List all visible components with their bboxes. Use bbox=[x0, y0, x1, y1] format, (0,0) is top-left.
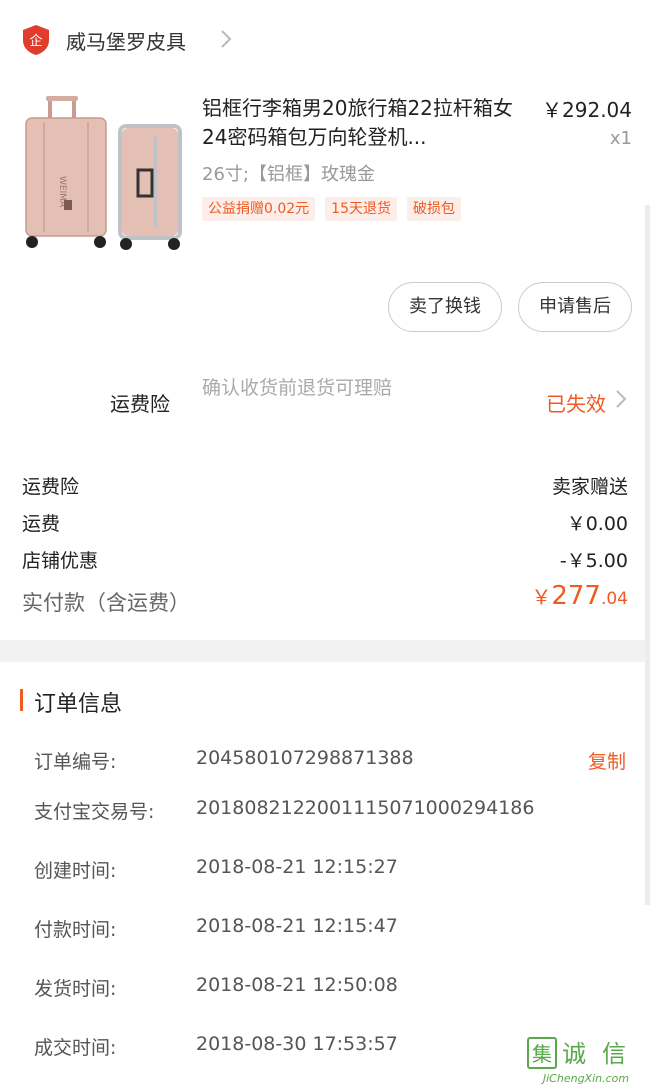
cost-summary: 运费险 卖家赠送 运费 ￥0.00 店铺优惠 -￥5.00 实付款（含运费） ￥… bbox=[0, 466, 650, 627]
shop-logo-glyph: 企 bbox=[29, 33, 42, 49]
section-title: 订单信息 bbox=[34, 692, 123, 717]
alipay-trade-row: 支付宝交易号: 2018082122001115071000294186 bbox=[0, 797, 650, 827]
shipping-insurance[interactable]: 运费险 确认收货前退货可理赔 已失效 bbox=[0, 360, 650, 444]
cost-label: 运费险 bbox=[22, 476, 80, 498]
total-paid-value: ￥277.04 bbox=[531, 581, 628, 611]
watermark-url: JiChengXin.com bbox=[541, 1072, 629, 1085]
chevron-right-icon bbox=[221, 30, 232, 48]
total-decimal: .04 bbox=[600, 589, 628, 609]
shop-name: 威马堡罗皮具 bbox=[66, 30, 186, 54]
cost-row: 店铺优惠 -￥5.00 bbox=[0, 540, 650, 577]
info-label: 订单编号: bbox=[34, 751, 117, 773]
total-paid-row: 实付款（含运费） ￥277.04 bbox=[0, 577, 650, 627]
info-value: 2018-08-21 12:50:08 bbox=[196, 974, 398, 996]
cost-row: 运费险 卖家赠送 bbox=[0, 466, 650, 503]
watermark-char-1: 集 bbox=[532, 1042, 552, 1066]
insurance-status[interactable]: 已失效 bbox=[546, 388, 606, 417]
cost-value: 卖家赠送 bbox=[551, 476, 628, 498]
info-label: 成交时间: bbox=[34, 1037, 117, 1059]
info-label: 创建时间: bbox=[34, 860, 117, 882]
section-divider bbox=[0, 640, 650, 662]
tag-donation: 公益捐赠0.02元 bbox=[202, 197, 316, 221]
watermark-logo: 集 诚 信 JiChengXin.com bbox=[527, 1037, 629, 1085]
info-value: 2018-08-30 17:53:57 bbox=[196, 1033, 398, 1055]
cost-value: -￥5.00 bbox=[559, 550, 628, 572]
cost-value: ￥0.00 bbox=[566, 513, 628, 535]
info-value: 204580107298871388 bbox=[196, 747, 414, 769]
watermark-char-3: 信 bbox=[602, 1040, 626, 1068]
order-number-row: 订单编号: 204580107298871388 复制 bbox=[0, 747, 650, 777]
created-time-row: 创建时间: 2018-08-21 12:15:27 bbox=[0, 856, 650, 886]
product-title[interactable]: 铝框行李箱男20旅行箱22拉杆箱女24密码箱包万向轮登机... bbox=[202, 94, 518, 152]
total-currency: ￥ bbox=[531, 585, 552, 609]
insurance-description: 确认收货前退货可理赔 bbox=[202, 377, 393, 399]
info-label: 付款时间: bbox=[34, 919, 117, 941]
product-image[interactable]: WEIMA bbox=[20, 96, 182, 252]
product-tags: 公益捐赠0.02元 15天退货 破损包 bbox=[202, 197, 461, 221]
product-sku: 26寸;【铝框】玫瑰金 bbox=[202, 164, 375, 185]
total-integer: 277 bbox=[551, 581, 601, 611]
info-value: 2018082122001115071000294186 bbox=[196, 797, 535, 819]
sell-button[interactable]: 卖了换钱 bbox=[388, 282, 502, 332]
paid-time-row: 付款时间: 2018-08-21 12:15:47 bbox=[0, 915, 650, 945]
product-item[interactable]: WEIMA 铝框行李箱男20旅行箱22拉杆箱女24密码箱包万向轮登机... ￥2… bbox=[0, 84, 650, 264]
order-actions: 卖了换钱 申请售后 bbox=[388, 282, 632, 332]
insurance-label: 运费险 bbox=[110, 392, 170, 416]
shipped-time-row: 发货时间: 2018-08-21 12:50:08 bbox=[0, 974, 650, 1004]
cost-row: 运费 ￥0.00 bbox=[0, 503, 650, 540]
info-value: 2018-08-21 12:15:47 bbox=[196, 915, 398, 937]
watermark-char-2: 诚 bbox=[562, 1040, 586, 1068]
shop-logo-icon: 企 bbox=[23, 25, 49, 55]
product-quantity: x1 bbox=[609, 128, 632, 149]
cost-label: 运费 bbox=[22, 513, 61, 535]
copy-button[interactable]: 复制 bbox=[588, 747, 626, 774]
section-accent-bar bbox=[20, 689, 23, 711]
info-value: 2018-08-21 12:15:27 bbox=[196, 856, 398, 878]
shop-header[interactable]: 企 威马堡罗皮具 bbox=[0, 0, 650, 84]
info-label: 支付宝交易号: bbox=[34, 801, 155, 823]
tag-return: 15天退货 bbox=[325, 197, 397, 221]
product-price: ￥292.04 bbox=[542, 98, 632, 122]
info-label: 发货时间: bbox=[34, 978, 117, 1000]
tag-damage: 破损包 bbox=[407, 197, 461, 221]
total-paid-label: 实付款（含运费） bbox=[22, 591, 190, 615]
chevron-right-icon bbox=[616, 390, 627, 408]
after-sale-button[interactable]: 申请售后 bbox=[518, 282, 632, 332]
cost-label: 店铺优惠 bbox=[22, 550, 99, 572]
